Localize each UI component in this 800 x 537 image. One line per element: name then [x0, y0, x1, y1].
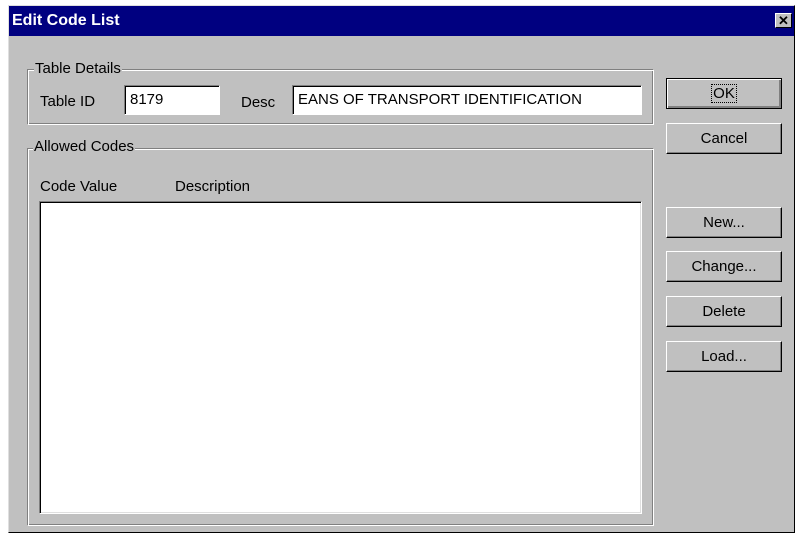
desc-field[interactable]: EANS OF TRANSPORT IDENTIFICATION [292, 85, 642, 115]
table-id-field[interactable]: 8179 [124, 85, 220, 115]
table-details-group-label: Table Details [34, 60, 122, 77]
cancel-button[interactable]: Cancel [666, 123, 782, 154]
allowed-codes-group-label: Allowed Codes [33, 138, 136, 155]
dialog-title: Edit Code List [12, 12, 120, 29]
delete-button-label: Delete [702, 303, 746, 320]
desc-label: Desc [241, 94, 276, 111]
edit-code-list-dialog: Edit Code List ✕ Table Details Table ID … [8, 5, 795, 533]
new-button-label: New... [703, 214, 745, 231]
close-button[interactable]: ✕ [775, 13, 792, 28]
cancel-button-label: Cancel [700, 130, 748, 147]
delete-button[interactable]: Delete [666, 296, 782, 327]
title-bar[interactable]: Edit Code List ✕ [9, 6, 794, 36]
load-button[interactable]: Load... [666, 341, 782, 372]
load-button-label: Load... [701, 348, 747, 365]
new-button[interactable]: New... [666, 207, 782, 238]
ok-button-label: OK [711, 84, 737, 103]
close-icon: ✕ [778, 13, 789, 28]
change-button-label: Change... [691, 258, 757, 275]
allowed-codes-list[interactable] [39, 201, 642, 514]
change-button[interactable]: Change... [666, 251, 782, 282]
ok-button[interactable]: OK [666, 78, 782, 109]
table-id-label: Table ID [40, 93, 96, 110]
column-header-description[interactable]: Description [175, 178, 250, 196]
column-header-code-value[interactable]: Code Value [40, 178, 117, 196]
